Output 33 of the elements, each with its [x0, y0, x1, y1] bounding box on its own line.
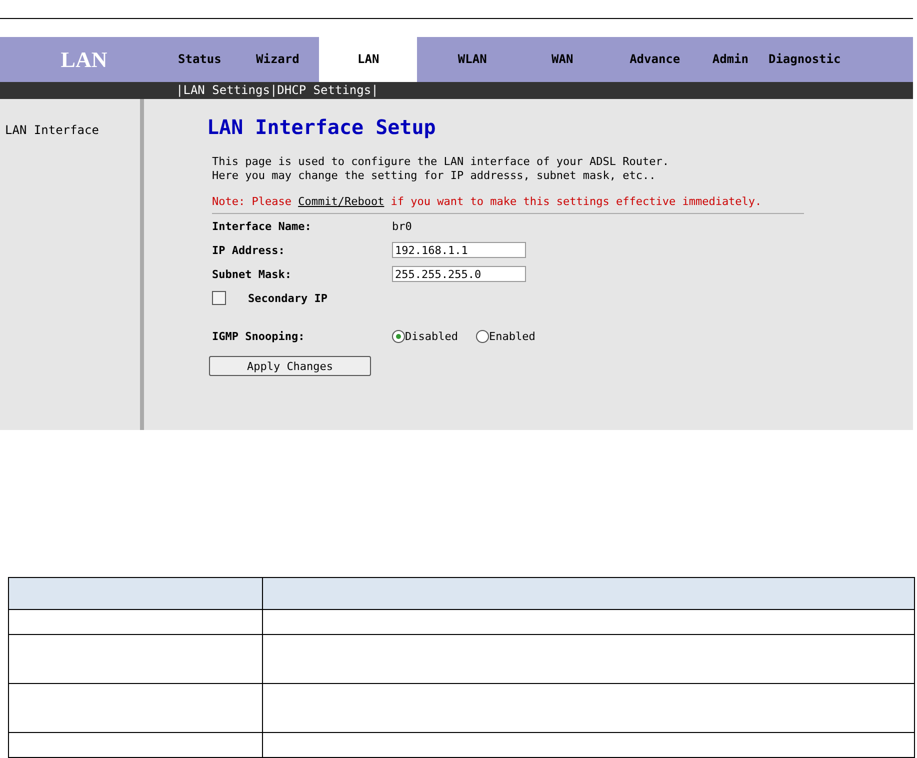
nav-tab[interactable]: Status — [168, 37, 246, 82]
field-label: Interface Name: — [212, 220, 312, 232]
apply-changes-button[interactable]: Apply Changes — [209, 356, 371, 376]
separator-mark: | — [176, 82, 184, 99]
nav-tab[interactable]: LAN — [319, 37, 418, 82]
nav-tab[interactable]: Admin — [702, 37, 758, 82]
separator-mark: | — [371, 82, 378, 99]
submenu-link[interactable]: LAN Settings — [183, 82, 270, 99]
description-text: This page is used to configure the LAN interface of your ADSL Router. Here you may change the setting for IP addresss, subnet mask, etc.. — [212, 155, 670, 183]
radio-label: Enabled — [488, 330, 536, 342]
nav-tab[interactable]: Advance — [607, 37, 702, 82]
note-text: Note: Please Commit/Reboot if you want to make this settings effective immediately. — [212, 195, 763, 209]
input-field[interactable]: 192.168.1.1 — [392, 242, 526, 258]
radio-label: Disabled — [405, 330, 458, 342]
field-label: Subnet Mask: — [212, 268, 292, 280]
nav-tab[interactable]: WAN — [517, 37, 608, 82]
checkbox-label: Secondary IP — [248, 292, 328, 304]
field-label: IGMP Snooping: — [212, 330, 306, 342]
nav-tab[interactable]: Diagnostic — [758, 37, 851, 82]
nav-tab[interactable]: WLAN — [427, 37, 518, 82]
field-label: IP Address: — [212, 244, 286, 256]
input-field[interactable]: 255.255.255.0 — [392, 266, 526, 282]
separator-mark: | — [270, 82, 278, 99]
nav-tab[interactable]: Wizard — [246, 37, 310, 82]
sidebar-item[interactable]: LAN Interface — [0, 123, 99, 137]
commit-reboot-link[interactable]: Commit/Reboot — [298, 195, 384, 208]
submenu-link[interactable]: DHCP Settings — [277, 82, 372, 99]
radio-button[interactable] — [476, 330, 489, 342]
page-title: LAN Interface Setup — [207, 115, 437, 139]
interface-name-value: br0 — [392, 220, 412, 232]
radio-button[interactable] — [392, 330, 405, 342]
checkbox[interactable] — [212, 291, 226, 305]
section-logo: LAN — [60, 46, 108, 72]
